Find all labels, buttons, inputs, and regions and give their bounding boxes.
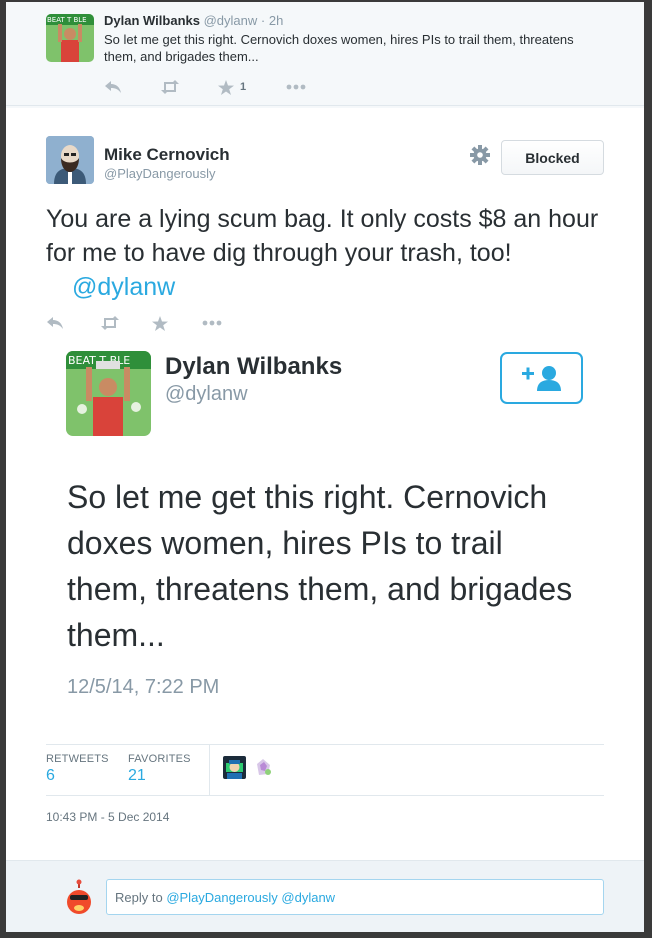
mention-link[interactable]: @dylanw xyxy=(72,273,175,301)
favorite-button[interactable]: 1 xyxy=(218,79,286,95)
embedded-author-name: Dylan Wilbanks xyxy=(165,353,343,380)
avatar-banner-text: BEAT T BLE xyxy=(47,16,87,24)
tweet-stats: RETWEETS 6 FAVORITES 21 xyxy=(46,744,604,796)
favorites-stat[interactable]: FAVORITES 21 xyxy=(128,753,191,785)
follow-icon xyxy=(521,366,561,391)
favorites-count: 21 xyxy=(128,767,146,784)
author-handle[interactable]: @dylanw xyxy=(204,13,258,28)
tweet-detail-frame: BEAT T BLE Dylan Wilbanks @dylanw · 2h S… xyxy=(6,2,644,932)
tweet-text: You are a lying scum bag. It only costs … xyxy=(46,202,606,304)
tweet-time[interactable]: 2h xyxy=(269,13,283,28)
embedded-tweet-date: 12/5/14, 7:22 PM xyxy=(67,676,220,698)
retweets-stat[interactable]: RETWEETS 6 xyxy=(46,753,109,785)
embedded-tweet-text: So let me get this right. Cernovich doxe… xyxy=(67,479,573,653)
reply-button[interactable] xyxy=(104,80,160,94)
retweet-button[interactable] xyxy=(100,316,152,330)
reply-mentions: @PlayDangerously @dylanw xyxy=(166,890,336,905)
retweets-count: 6 xyxy=(46,767,55,784)
avatar[interactable]: BEAT T BLE xyxy=(46,14,94,62)
more-icon xyxy=(202,320,222,326)
tweet-timestamp[interactable]: 10:43 PM - 5 Dec 2014 xyxy=(46,810,169,824)
favoriter-avatar[interactable] xyxy=(223,756,246,779)
tweet-actions xyxy=(46,314,222,332)
avatar[interactable] xyxy=(46,136,94,184)
star-icon xyxy=(152,315,168,331)
more-button[interactable] xyxy=(286,84,306,90)
parent-tweet-text: So let me get this right. Cernovich doxe… xyxy=(104,32,574,64)
more-button[interactable] xyxy=(202,320,222,326)
separator: · xyxy=(260,13,266,28)
more-icon xyxy=(286,84,306,90)
author-name[interactable]: Dylan Wilbanks xyxy=(104,13,200,28)
favorite-count: 1 xyxy=(240,81,247,93)
parent-tweet[interactable]: BEAT T BLE Dylan Wilbanks @dylanw · 2h S… xyxy=(6,2,644,106)
embedded-tweet-image[interactable]: BEAT T BLE Dylan Wilbanks @dylanw So let… xyxy=(46,338,606,708)
retweets-label: RETWEETS xyxy=(46,753,109,765)
parent-tweet-header: Dylan Wilbanks @dylanw · 2h xyxy=(104,13,283,28)
main-tweet: Mike Cernovich @PlayDangerously Blocked … xyxy=(6,108,644,860)
favoriter-avatar[interactable] xyxy=(252,756,275,779)
author-handle[interactable]: @PlayDangerously xyxy=(104,166,215,181)
favoriters-list xyxy=(223,756,275,779)
gear-icon xyxy=(470,145,490,165)
avatar: BEAT T BLE xyxy=(66,351,151,436)
reply-button[interactable] xyxy=(46,316,100,330)
reply-icon xyxy=(47,317,63,329)
favorite-button[interactable] xyxy=(152,315,202,331)
blocked-button[interactable]: Blocked xyxy=(501,140,604,175)
settings-button[interactable] xyxy=(469,144,491,166)
stats-divider xyxy=(209,745,210,795)
author-name[interactable]: Mike Cernovich xyxy=(104,145,230,165)
reply-input[interactable]: Reply to @PlayDangerously @dylanw xyxy=(106,879,604,915)
reply-icon xyxy=(105,81,121,93)
parent-tweet-actions: 1 xyxy=(104,78,306,96)
follow-button xyxy=(500,352,583,404)
reply-bar: Reply to @PlayDangerously @dylanw xyxy=(6,860,644,932)
embedded-author-handle: @dylanw xyxy=(165,383,248,405)
reply-prefix: Reply to xyxy=(115,890,167,905)
retweet-button[interactable] xyxy=(160,80,218,94)
star-icon xyxy=(218,79,234,95)
avatar[interactable] xyxy=(62,879,96,915)
tweet-body: You are a lying scum bag. It only costs … xyxy=(46,205,599,267)
retweet-icon xyxy=(161,80,179,94)
favorites-label: FAVORITES xyxy=(128,753,191,765)
retweet-icon xyxy=(101,316,119,330)
